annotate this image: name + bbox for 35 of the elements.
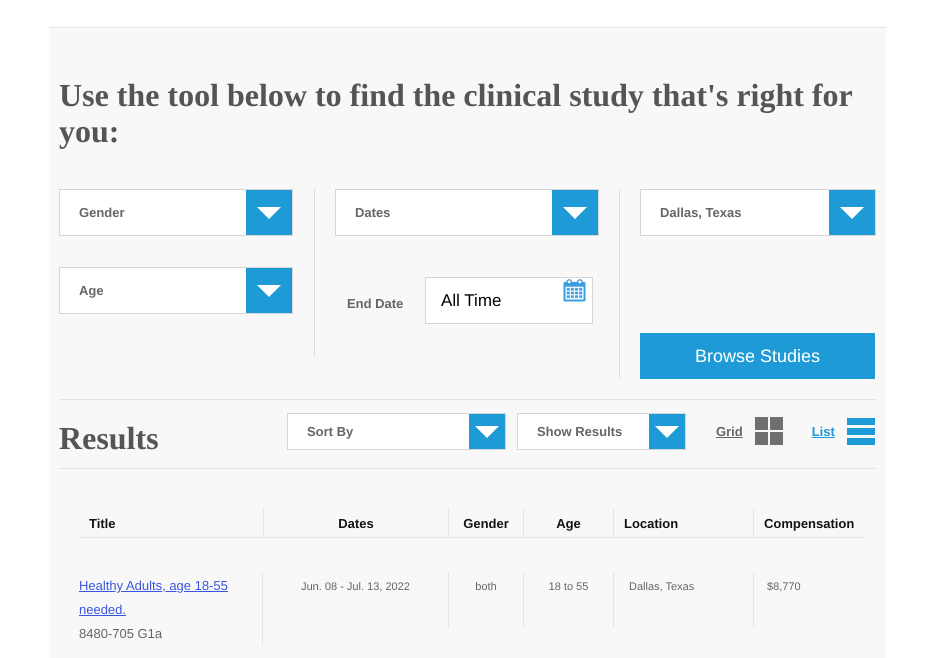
column-header: Age [556,516,581,530]
filter-dropdown[interactable]: Dates [335,189,599,236]
caret-icon [246,268,292,313]
table-cell: Dallas, Texas [629,581,694,593]
column-header: Gender [463,516,509,530]
calendar-icon [563,279,586,302]
results-dropdown[interactable]: Sort By [287,412,506,450]
filter-dropdown[interactable]: Age [59,267,293,314]
study-title-link[interactable]: Healthy Adults, age 18-55 needed. [79,574,240,622]
results-dropdown[interactable]: Show Results [517,412,686,450]
table-cell: $8,770 [767,581,801,593]
caret-icon [469,414,505,448]
study-code: 8480-705 G1a [79,625,162,643]
filter-dropdown[interactable]: Dallas, Texas [640,189,876,236]
caret-icon [552,190,598,235]
results-heading: Results [59,420,159,456]
column-header: Title [89,516,116,530]
end-date-field[interactable]: All Time [425,277,593,324]
filter-dropdown[interactable]: Gender [59,189,293,236]
grid-icon[interactable] [754,417,783,445]
column-header: Compensation [764,516,854,530]
caret-icon [829,190,875,235]
page-heading: Use the tool below to find the clinical study that's right for you: [59,77,854,149]
view-link[interactable]: Grid [716,424,743,438]
column-header: Location [624,516,678,530]
table-cell: 18 to 55 [548,581,588,593]
view-link[interactable]: List [812,424,835,438]
table-cell: Jun. 08 - Jul. 13, 2022 [301,581,410,593]
table-cell: both [475,581,497,593]
column-header: Dates [338,516,374,530]
list-icon[interactable] [846,418,875,444]
caret-icon [246,190,292,235]
caret-icon [649,414,685,448]
browse-studies-button[interactable]: Browse Studies [640,333,875,379]
end-date-label: End Date [347,296,404,310]
